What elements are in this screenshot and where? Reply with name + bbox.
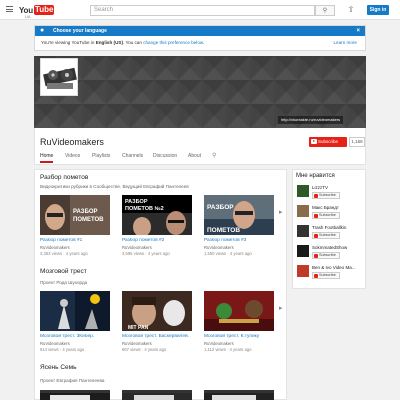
video-channel[interactable]: RuVideomakers [204, 245, 234, 250]
video-thumbnail[interactable] [122, 390, 192, 400]
video-channel[interactable]: RuVideomakers [122, 341, 152, 346]
video-thumbnail[interactable] [204, 291, 274, 331]
svg-text:РАЗБОР: РАЗБОР [207, 204, 234, 211]
svg-text:РАЗБОР: РАЗБОР [125, 199, 148, 205]
upload-icon[interactable]: ⇧ [346, 5, 356, 15]
change-language-link[interactable]: change this preference below [143, 40, 203, 45]
video-thumbnail[interactable]: РАЗБОР ПОМЕТОВ №2 [122, 195, 192, 235]
section-title[interactable]: Мозговой трест [40, 268, 87, 275]
tab-playlists[interactable]: Playlists [92, 153, 110, 163]
section-description: Проект Рода Шухорда [40, 280, 88, 285]
tab-videos[interactable]: Videos [65, 153, 80, 163]
menu-icon[interactable] [6, 6, 13, 12]
channel-title[interactable]: RuVideomakers [40, 137, 104, 147]
subscribe-button[interactable]: Subscribe [312, 212, 340, 219]
svg-text:ПОМЕТОВ №2: ПОМЕТОВ №2 [125, 206, 164, 212]
tab-about[interactable]: About [188, 153, 201, 163]
youtube-play-icon [314, 234, 318, 238]
search-icon: ⚲ [322, 8, 328, 14]
language-notice: ● Choose your language × You're viewing … [34, 25, 366, 51]
video-meta: 1,550 views · 4 years ago [204, 251, 252, 256]
video-thumbnail[interactable]: MIT PAN [122, 291, 192, 331]
tab-home[interactable]: Home [40, 153, 54, 163]
search-button[interactable]: ⚲ [315, 5, 335, 16]
subscribe-button[interactable]: Subscribe [312, 232, 340, 239]
channel-name[interactable]: SokmmatedShow [312, 245, 356, 250]
subscribe-button[interactable]: Subscribe [312, 192, 340, 199]
language-notice-title: Choose your language [53, 28, 107, 34]
country-code: UA [25, 14, 31, 19]
svg-text:MIT PAN: MIT PAN [128, 325, 149, 331]
language-notice-text: You're viewing YouTube in English (US). … [41, 40, 205, 45]
avatar[interactable] [297, 225, 309, 237]
svg-text:РАЗБОР: РАЗБОР [73, 209, 98, 215]
banner-social-link[interactable]: http://vkontakte.ru/ruvideomakers [278, 116, 344, 124]
youtube-play-icon [314, 194, 318, 198]
video-channel[interactable]: RuVideomakers [204, 341, 234, 346]
youtube-play-icon [314, 214, 318, 218]
section-description: Проект Евграфия Пантелеева [40, 378, 105, 383]
subscriber-count: 1,168 [349, 137, 365, 147]
video-channel[interactable]: RuVideomakers [40, 341, 70, 346]
related-channels-title: Мне нравится [296, 173, 335, 179]
video-title[interactable]: Мозговой трест. 3Кибер. [40, 334, 112, 339]
channel-search-icon[interactable]: ⚲ [212, 152, 220, 160]
subscribe-button[interactable]: Subscribe [312, 272, 340, 279]
video-title[interactable]: Разбор пометов #2 [122, 238, 194, 243]
channel-name[interactable]: Ben & Ivo Video Ma... [312, 265, 356, 270]
signin-button[interactable]: Sign in [367, 5, 389, 15]
video-thumbnail[interactable]: РАЗБОР ПОМЕТОВ [204, 195, 274, 235]
subscribe-button[interactable]: Subscribe [312, 252, 340, 259]
video-thumbnail[interactable] [40, 390, 110, 400]
avatar[interactable] [297, 185, 309, 197]
film-reel-icon [41, 59, 77, 95]
video-thumbnail[interactable] [204, 390, 274, 400]
video-meta: 3,363 views · 4 years ago [40, 251, 88, 256]
learn-more-link[interactable]: Learn more [334, 40, 358, 45]
youtube-play-icon [314, 274, 318, 278]
svg-text:ПОМЕТОВ: ПОМЕТОВ [73, 217, 104, 223]
tab-discussion[interactable]: Discussion [153, 153, 177, 163]
avatar[interactable] [297, 245, 309, 257]
section-description: Видеокритики рубрики в Сообществе. Ведущ… [40, 184, 189, 189]
video-meta: 914 views · 4 years ago [40, 347, 85, 352]
channel-name[interactable]: Trash Footballkin [312, 225, 356, 230]
youtube-play-icon [311, 139, 317, 144]
video-thumbnail[interactable]: РАЗБОР ПОМЕТОВ [40, 195, 110, 235]
youtube-play-icon [314, 254, 318, 258]
current-language: English (US) [95, 40, 123, 45]
svg-text:ПОМЕТОВ: ПОМЕТОВ [207, 227, 240, 234]
avatar[interactable] [297, 265, 309, 277]
channel-name[interactable]: Макс Брандт [312, 205, 356, 210]
video-thumbnail[interactable] [40, 291, 110, 331]
video-meta: 867 views · 4 years ago [122, 347, 167, 352]
chevron-right-icon[interactable]: ▸ [279, 304, 283, 312]
video-title[interactable]: Мозговой трест. Баскервилей. [122, 334, 194, 339]
avatar[interactable] [297, 205, 309, 217]
video-title[interactable]: Мозговой трест. К.тупику [204, 334, 276, 339]
video-title[interactable]: Разбор пометов #3 [204, 238, 276, 243]
video-meta: 1,112 views · 4 years ago [204, 347, 252, 352]
channel-name[interactable]: LizzzTV [312, 185, 356, 190]
tab-channels[interactable]: Channels [122, 153, 143, 163]
subscribe-button[interactable]: Subscribe [309, 137, 347, 147]
language-notice-header: ● Choose your language × [35, 26, 365, 36]
close-icon[interactable]: × [356, 26, 360, 36]
video-channel[interactable]: RuVideomakers [122, 245, 152, 250]
section-title[interactable]: Ясень Семь [40, 364, 77, 371]
chevron-right-icon[interactable]: ▸ [279, 208, 283, 216]
video-meta: 3,595 views · 4 years ago [122, 251, 170, 256]
channel-avatar[interactable] [40, 58, 78, 96]
section-title[interactable]: Разбор пометов [40, 174, 88, 181]
video-title[interactable]: Разбор пометов #1 [40, 238, 112, 243]
language-icon: ● [40, 27, 45, 34]
search-input[interactable]: Search [90, 5, 315, 16]
video-channel[interactable]: RuVideomakers [40, 245, 70, 250]
